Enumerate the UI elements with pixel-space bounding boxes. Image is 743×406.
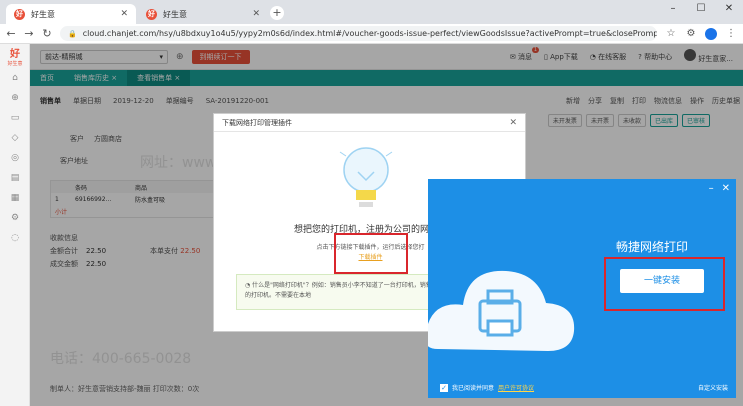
- app-logo: 好 好生意: [7, 49, 23, 67]
- window-controls: – ☐ ✕: [659, 0, 743, 20]
- more-icon[interactable]: ◌: [0, 228, 30, 248]
- address-bar: ← → ↻ 🔒 cloud.chanjet.com/hsy/u8bdxuy1o4…: [0, 24, 743, 44]
- cloud-printer-icon: [428, 270, 575, 351]
- minimize-icon[interactable]: –: [709, 183, 714, 194]
- tab-title: 好生意: [31, 9, 55, 19]
- finance-icon[interactable]: ◎: [0, 148, 30, 168]
- license-link[interactable]: 用户许可协议: [498, 383, 534, 392]
- settings-icon[interactable]: ⚙: [0, 208, 30, 228]
- favicon-icon: 好: [146, 8, 157, 20]
- highlight-box-install: [604, 257, 725, 311]
- close-icon[interactable]: ✕: [722, 183, 730, 194]
- highlight-box-download: [334, 233, 408, 274]
- close-window-icon[interactable]: ✕: [715, 0, 743, 20]
- custom-install-link[interactable]: 自定义安装: [698, 383, 728, 392]
- new-tab-button[interactable]: +: [270, 6, 284, 20]
- tab-title: 好生意: [163, 9, 187, 19]
- back-icon[interactable]: ←: [6, 27, 16, 40]
- maximize-icon[interactable]: ☐: [687, 0, 715, 20]
- reload-icon[interactable]: ↻: [42, 27, 52, 40]
- tab-close-icon[interactable]: ✕: [120, 9, 128, 19]
- minimize-icon[interactable]: –: [659, 0, 687, 20]
- star-icon[interactable]: ☆: [665, 28, 677, 39]
- forward-icon[interactable]: →: [24, 27, 34, 40]
- installer-controls: – ✕: [709, 183, 730, 194]
- agree-text: 我已阅读并同意: [452, 385, 495, 392]
- extension-icon[interactable]: ⚙: [685, 28, 697, 39]
- purchase-icon[interactable]: ⊕: [0, 88, 30, 108]
- agree-checkbox[interactable]: ✓: [440, 383, 448, 392]
- menu-icon[interactable]: ⋮: [725, 28, 737, 39]
- close-icon[interactable]: ✕: [509, 118, 517, 128]
- url-input[interactable]: 🔒 cloud.chanjet.com/hsy/u8bdxuy1o4u5/yyp…: [60, 26, 657, 41]
- browser-tab-2[interactable]: 好 好生意 ✕: [138, 4, 268, 24]
- inventory-icon[interactable]: ◇: [0, 128, 30, 148]
- dialog-title: 下载网络打印管理插件: [222, 118, 292, 127]
- url-text: cloud.chanjet.com/hsy/u8bdxuy1o4u5/yypy2…: [82, 29, 657, 38]
- sales-icon[interactable]: ▭: [0, 108, 30, 128]
- profile-avatar[interactable]: [705, 27, 717, 40]
- info-icon: ◔: [245, 282, 251, 289]
- dialog-header: 下载网络打印管理插件 ✕: [214, 114, 525, 132]
- lock-icon: 🔒: [68, 29, 77, 38]
- data-icon[interactable]: ▦: [0, 188, 30, 208]
- home-icon[interactable]: ⌂: [0, 68, 30, 88]
- installer-footer: ✓ 我已阅读并同意 用户许可协议 自定义安装: [440, 383, 728, 392]
- report-icon[interactable]: ▤: [0, 168, 30, 188]
- installer-title: 畅捷网络打印: [616, 240, 689, 254]
- favicon-icon: 好: [14, 8, 25, 20]
- tab-close-icon[interactable]: ✕: [252, 9, 260, 19]
- lightbulb-icon: [339, 147, 393, 207]
- app-left-rail: 好 好生意 ⌂ ⊕ ▭ ◇ ◎ ▤ ▦ ⚙ ◌: [0, 44, 30, 406]
- browser-tab-1[interactable]: 好 好生意 ✕: [6, 4, 136, 24]
- browser-tab-bar: 好 好生意 ✕ 好 好生意 ✕ + – ☐ ✕: [0, 0, 743, 24]
